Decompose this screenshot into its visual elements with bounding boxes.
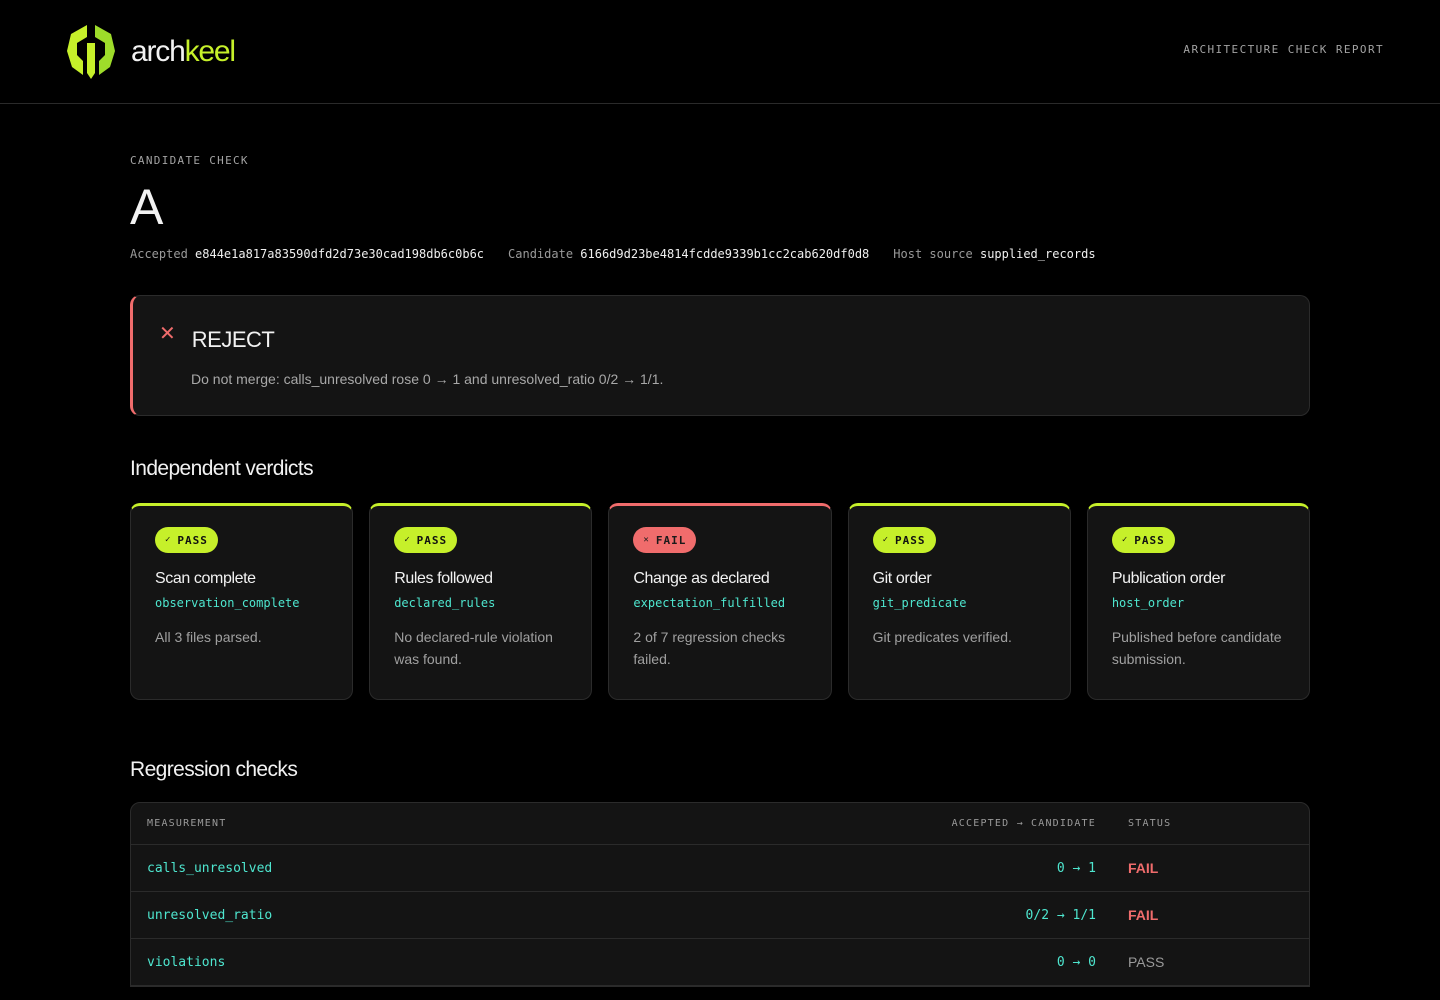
- measurement-cell: calls_unresolved: [147, 860, 273, 876]
- verdict-card-scan-complete: ✓ PASS Scan complete observation_complete…: [130, 503, 354, 700]
- verdict-title: Publication order: [1111, 570, 1226, 587]
- page-title: A: [130, 179, 163, 235]
- change-cell: 0 → 1: [1056, 860, 1096, 876]
- verdict-code: expectation_fulfilled: [633, 596, 786, 610]
- table-row: calls_unresolved 0 → 1 FAIL: [131, 845, 1309, 892]
- status-badge: ✓ PASS: [872, 527, 936, 553]
- meta-host-source: Host source supplied_records: [893, 247, 1096, 261]
- close-icon: ✕: [159, 323, 176, 345]
- close-icon: ✕: [643, 535, 650, 545]
- verdict-description: All 3 files parsed.: [155, 629, 262, 645]
- verdict-description: Published before candidate submission.: [1111, 629, 1282, 667]
- change-cell: 0 → 0: [1056, 954, 1096, 970]
- table-row: violations 0 → 0 PASS: [131, 939, 1309, 986]
- change-cell: 0/2 → 1/1: [1025, 907, 1096, 923]
- check-icon: ✓: [165, 535, 172, 545]
- status-cell: FAIL: [1128, 859, 1159, 876]
- verdict-description: No declared-rule violation was found.: [394, 629, 553, 667]
- table-row: unresolved_ratio 0/2 → 1/1 FAIL: [131, 892, 1309, 939]
- archkeel-logo-icon: [67, 24, 115, 79]
- status-badge: ✕ FAIL: [633, 527, 697, 553]
- brand-name: archkeel: [131, 34, 236, 68]
- check-icon: ✓: [882, 535, 890, 545]
- report-label: ARCHITECTURE CHECK REPORT: [1183, 42, 1384, 56]
- verdict-title: Scan complete: [155, 570, 256, 587]
- verdict-card-publication-order: ✓ PASS Publication order host_order Publi…: [1086, 503, 1311, 700]
- check-icon: ✓: [1121, 535, 1129, 545]
- verdict-description: Git predicates verified.: [872, 629, 1012, 645]
- verdicts-heading: Independent verdicts: [130, 457, 314, 480]
- regression-table: MEASUREMENT ACCEPTED → CANDIDATE STATUS …: [130, 802, 1310, 987]
- verdict-title: Git order: [872, 570, 932, 587]
- measurement-cell: unresolved_ratio: [147, 907, 273, 923]
- verdict-code: declared_rules: [394, 596, 496, 610]
- verdict-title: Change as declared: [633, 570, 770, 587]
- candidate-eyebrow: CANDIDATE CHECK: [130, 154, 249, 167]
- decision-banner: ✕ REJECT Do not merge: calls_unresolved …: [130, 295, 1310, 416]
- verdict-code: observation_complete: [155, 596, 300, 610]
- verdict-card-rules-followed: ✓ PASS Rules followed declared_rules No d…: [369, 503, 593, 700]
- table-header: MEASUREMENT ACCEPTED → CANDIDATE STATUS: [131, 803, 1309, 845]
- measurement-cell: violations: [147, 954, 226, 970]
- status-badge: ✓ PASS: [394, 527, 458, 553]
- verdict-description: 2 of 7 regression checks failed.: [633, 629, 786, 667]
- main-content: CANDIDATE CHECK A Accepted e844e1a817a83…: [0, 154, 1440, 987]
- commit-meta: Accepted e844e1a817a83590dfd2d73e30cad19…: [130, 247, 1310, 261]
- meta-accepted: Accepted e844e1a817a83590dfd2d73e30cad19…: [130, 247, 485, 261]
- meta-candidate: Candidate 6166d9d23be4814fcdde9339b1cc2c…: [508, 247, 870, 261]
- verdict-cards: ✓ PASS Scan complete observation_complete…: [130, 503, 1311, 700]
- status-badge: ✓ PASS: [155, 527, 218, 553]
- verdict-code: git_predicate: [872, 596, 967, 610]
- decision-message: Do not merge: calls_unresolved rose 0 → …: [191, 371, 664, 387]
- verdict-card-git-order: ✓ PASS Git order git_predicate Git predic…: [847, 503, 1071, 700]
- regression-heading: Regression checks: [130, 758, 298, 781]
- column-header-status: STATUS: [1128, 818, 1172, 829]
- column-header-change: ACCEPTED → CANDIDATE: [951, 818, 1096, 829]
- column-header-measurement: MEASUREMENT: [147, 818, 227, 829]
- verdict-code: host_order: [1111, 596, 1185, 610]
- decision-title: REJECT: [191, 327, 275, 352]
- check-icon: ✓: [404, 535, 411, 545]
- status-cell: FAIL: [1128, 906, 1159, 923]
- status-badge: ✓ PASS: [1111, 527, 1175, 553]
- status-cell: PASS: [1128, 953, 1165, 970]
- verdict-title: Rules followed: [394, 570, 493, 587]
- verdict-card-change-as-declared: ✕ FAIL Change as declared expectation_ful…: [608, 503, 832, 700]
- top-bar: archkeel ARCHITECTURE CHECK REPORT: [0, 0, 1440, 104]
- brand-logo[interactable]: archkeel: [63, 23, 236, 81]
